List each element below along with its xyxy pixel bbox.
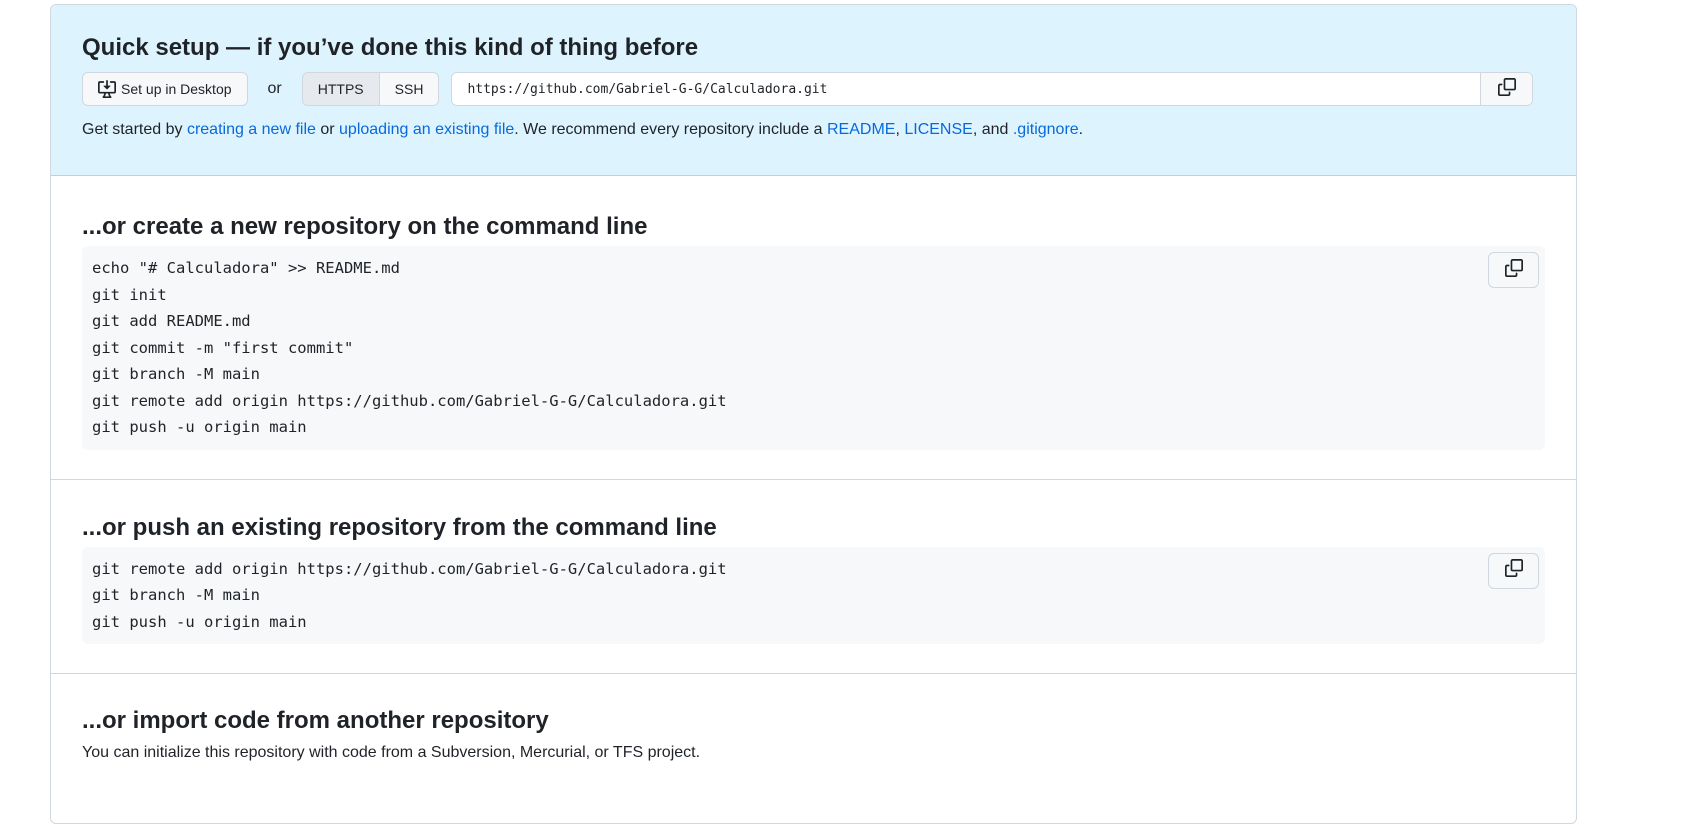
creating-new-file-link[interactable]: creating a new file xyxy=(187,121,316,138)
hint-text-4: , xyxy=(895,121,905,138)
hint-text-2: or xyxy=(315,121,340,138)
license-link[interactable]: LICENSE xyxy=(904,121,972,138)
gitignore-link[interactable]: .gitignore xyxy=(1013,121,1079,138)
protocol-selector: HTTPS SSH xyxy=(301,72,440,106)
import-description: You can initialize this repository with … xyxy=(82,744,701,761)
https-tab[interactable]: HTTPS xyxy=(302,73,379,105)
code-line: git branch -M main xyxy=(92,586,260,604)
import-section: ...or import code from another repositor… xyxy=(51,674,1576,765)
quick-setup-title: Quick setup — if you’ve done this kind o… xyxy=(82,34,699,61)
copy-icon xyxy=(1497,77,1516,101)
push-existing-code-block: git remote add origin https://github.com… xyxy=(82,546,1545,644)
code-line: git commit -m "first commit" xyxy=(92,338,354,357)
push-existing-title: ...or push an existing repository from t… xyxy=(82,513,717,541)
push-existing-section: ...or push an existing repository from t… xyxy=(51,480,1576,674)
hint-text-1: Get started by xyxy=(82,121,187,138)
quick-setup-row: Set up in Desktop or HTTPS SSH xyxy=(82,72,1545,106)
copy-push-existing-button[interactable] xyxy=(1488,552,1539,589)
new-repo-section: ...or create a new repository on the com… xyxy=(51,176,1576,480)
readme-link[interactable]: README xyxy=(827,121,895,138)
hint-text-3: . We recommend every repository include … xyxy=(514,121,827,138)
copy-icon xyxy=(1504,559,1523,582)
new-repo-code-block: echo "# Calculadora" >> README.md git in… xyxy=(82,246,1545,450)
setup-in-desktop-label: Set up in Desktop xyxy=(121,81,232,97)
code-line: git remote add origin https://github.com… xyxy=(92,559,727,578)
repo-setup-panel: Quick setup — if you’ve done this kind o… xyxy=(50,4,1577,824)
copy-url-button[interactable] xyxy=(1480,73,1533,105)
code-line: git init xyxy=(92,285,167,304)
quick-setup-hint: Get started by creating a new file or up… xyxy=(82,118,1545,142)
setup-in-desktop-button[interactable]: Set up in Desktop xyxy=(82,72,248,106)
code-line: git branch -M main xyxy=(92,365,260,383)
or-separator: or xyxy=(267,80,282,97)
code-line: git push -u origin main xyxy=(92,418,307,436)
clone-url-group xyxy=(451,72,1534,106)
code-line: echo "# Calculadora" >> README.md xyxy=(92,259,400,277)
copy-icon xyxy=(1504,258,1523,282)
quick-setup-box: Quick setup — if you’ve done this kind o… xyxy=(51,5,1576,176)
copy-new-repo-button[interactable] xyxy=(1488,252,1539,288)
code-line: git add README.md xyxy=(92,312,251,330)
code-line: git remote add origin https://github.com… xyxy=(92,391,727,410)
desktop-download-icon xyxy=(98,80,116,98)
new-repo-title: ...or create a new repository on the com… xyxy=(82,213,648,240)
hint-text-6: . xyxy=(1078,121,1084,138)
uploading-existing-file-link[interactable]: uploading an existing file xyxy=(339,121,514,138)
import-title: ...or import code from another repositor… xyxy=(82,707,549,734)
clone-url-input[interactable] xyxy=(452,73,1481,105)
ssh-tab[interactable]: SSH xyxy=(378,73,439,105)
hint-text-5: , and xyxy=(972,121,1013,138)
code-line: git push -u origin main xyxy=(92,612,307,631)
